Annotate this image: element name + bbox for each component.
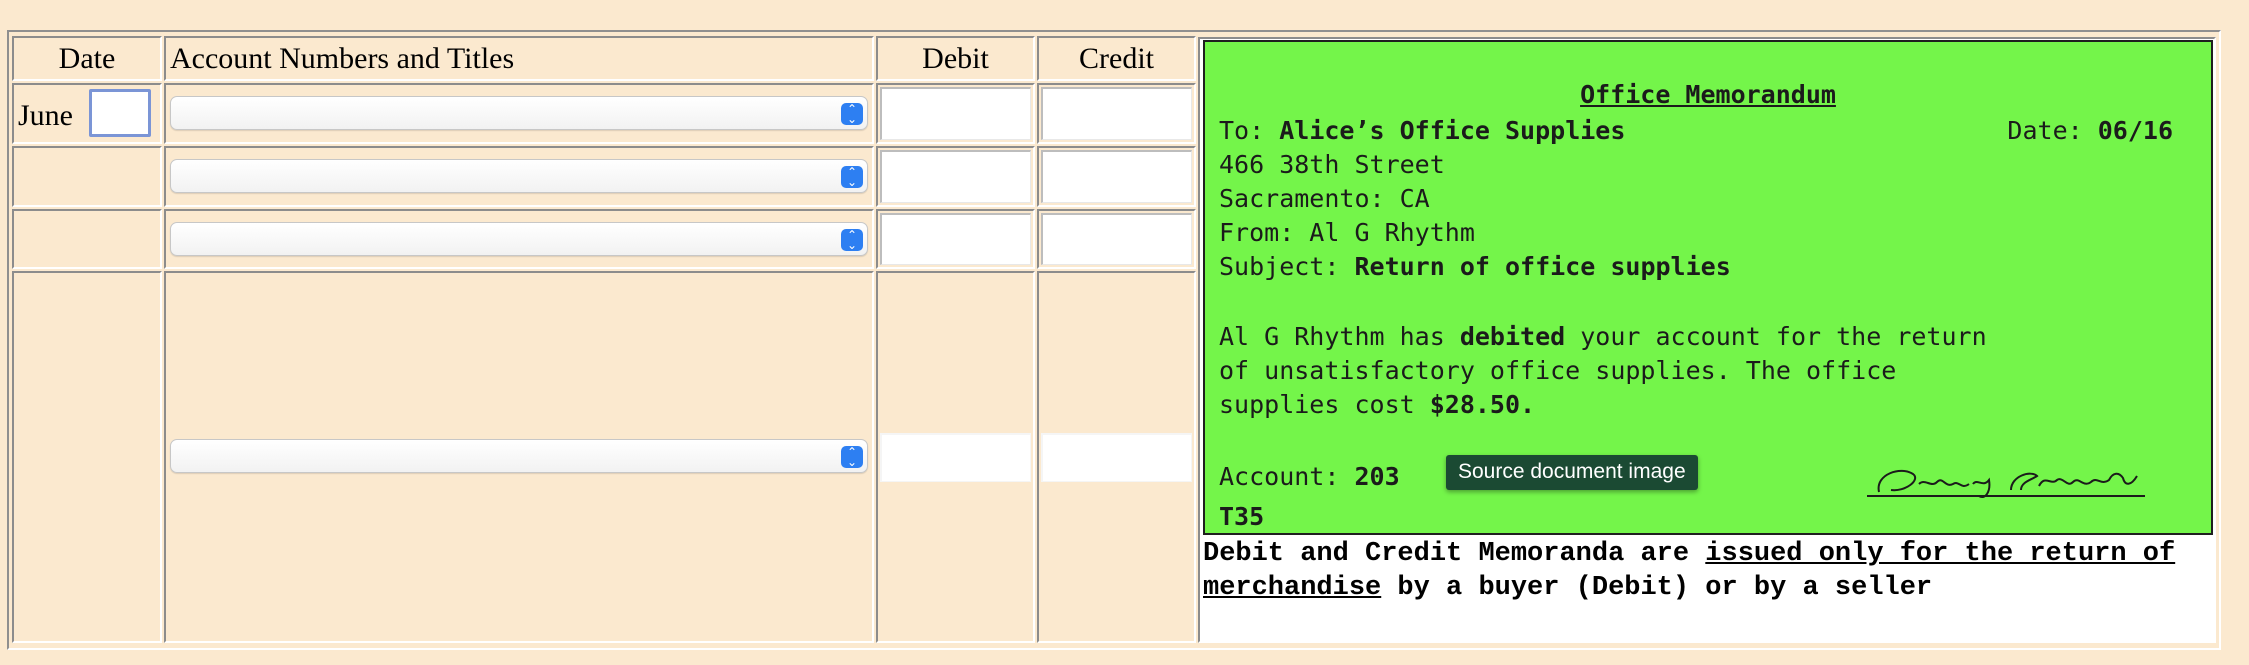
memo-subject-prefix: Subject: — [1219, 252, 1355, 281]
memo-body-1c: your account for the return — [1565, 322, 1987, 351]
memo-date-value: 06/16 — [2097, 116, 2173, 145]
debit-input-row-1[interactable] — [880, 87, 1031, 140]
date-cell-row-4 — [12, 271, 162, 643]
day-input[interactable] — [89, 89, 151, 137]
memo-body-line-2: of unsatisfactory office supplies. The o… — [1219, 356, 1897, 385]
account-cell-row-2: ⌃ ⌄ — [164, 146, 874, 207]
memo-account-prefix: Account: — [1219, 462, 1355, 491]
credit-cell-row-4 — [1037, 271, 1196, 643]
caption-part-3: by a buyer (Debit) or by a seller — [1381, 573, 1933, 603]
memo-to-prefix: To: — [1219, 116, 1280, 145]
credit-cell-row-2 — [1037, 146, 1196, 207]
header-date-label: Date — [58, 41, 116, 75]
debit-cell-row-1 — [876, 83, 1035, 144]
credit-cell-row-3 — [1037, 209, 1196, 269]
credit-input-row-1[interactable] — [1041, 87, 1192, 140]
memoranda-caption: Debit and Credit Memoranda are issued on… — [1203, 537, 2211, 605]
debit-cell-row-2 — [876, 146, 1035, 207]
account-cell-row-3: ⌃ ⌄ — [164, 209, 874, 269]
chevron-updown-icon: ⌃ ⌄ — [841, 103, 863, 125]
memo-to-name: Alice’s Office Supplies — [1279, 116, 1626, 145]
memo-body-1b: debited — [1459, 322, 1566, 351]
credit-input-row-3[interactable] — [1041, 213, 1192, 265]
memo-doc-number: T35 — [1219, 502, 1265, 531]
memo-body-line-1: Al G Rhythm has debited your account for… — [1219, 322, 1987, 351]
debit-cell-row-3 — [876, 209, 1035, 269]
account-cell-row-1: ⌃ ⌄ — [164, 83, 874, 144]
signature-image — [1867, 469, 2145, 498]
debit-input-row-2[interactable] — [880, 150, 1031, 203]
header-account: Account Numbers and Titles — [164, 36, 874, 81]
header-credit-label: Credit — [1079, 41, 1154, 75]
memo-to-line: To: Alice’s Office Supplies — [1219, 116, 1625, 145]
debit-input-row-4[interactable] — [880, 433, 1031, 482]
memo-date-line: Date: 06/16 — [2007, 116, 2173, 145]
memo-date-prefix: Date: — [2007, 116, 2098, 145]
memo-body-1a: Al G Rhythm has — [1219, 322, 1460, 351]
memo-body-3b: $28.50. — [1429, 390, 1536, 419]
header-debit: Debit — [876, 36, 1035, 81]
caption-part-1: Debit and Credit Memoranda are — [1203, 539, 1706, 569]
credit-input-row-2[interactable] — [1041, 150, 1192, 203]
month-label: June — [18, 99, 73, 132]
account-select-row-4[interactable]: ⌃ ⌄ — [170, 439, 868, 473]
memo-subject: Subject: Return of office supplies — [1219, 252, 1731, 281]
account-cell-row-4: ⌃ ⌄ — [164, 271, 874, 643]
memo-body-3a: supplies cost — [1219, 390, 1430, 419]
memo-account-value-a: 203 — [1354, 462, 1400, 491]
account-select-row-2[interactable]: ⌃ ⌄ — [170, 159, 868, 193]
date-cell-row-3 — [12, 209, 162, 269]
debit-cell-row-4 — [876, 271, 1035, 643]
source-document-image: Office Memorandum To: Alice’s Office Sup… — [1203, 40, 2213, 535]
date-cell-row-1: June — [12, 83, 162, 144]
account-select-row-1[interactable]: ⌃ ⌄ — [170, 96, 868, 130]
memo-address-1: 466 38th Street — [1219, 150, 1445, 179]
header-debit-label: Debit — [922, 41, 989, 75]
credit-input-row-4[interactable] — [1041, 433, 1192, 482]
header-date: Date — [12, 36, 162, 81]
chevron-updown-icon: ⌃ ⌄ — [841, 446, 863, 468]
memo-from: From: Al G Rhythm — [1219, 218, 1475, 247]
memo-subject-value: Return of office supplies — [1354, 252, 1731, 281]
debit-input-row-3[interactable] — [880, 213, 1031, 265]
date-cell-row-2 — [12, 146, 162, 207]
header-credit: Credit — [1037, 36, 1196, 81]
memo-title: Office Memorandum — [1580, 80, 1836, 109]
account-select-row-3[interactable]: ⌃ ⌄ — [170, 222, 868, 256]
chevron-updown-icon: ⌃ ⌄ — [841, 229, 863, 251]
memo-address-2: Sacramento: CA — [1219, 184, 1430, 213]
credit-cell-row-1 — [1037, 83, 1196, 144]
chevron-updown-icon: ⌃ ⌄ — [841, 166, 863, 188]
header-account-label: Account Numbers and Titles — [170, 41, 515, 75]
memo-body-line-3: supplies cost $28.50. — [1219, 390, 1535, 419]
source-document-tooltip: Source document image — [1446, 455, 1698, 490]
